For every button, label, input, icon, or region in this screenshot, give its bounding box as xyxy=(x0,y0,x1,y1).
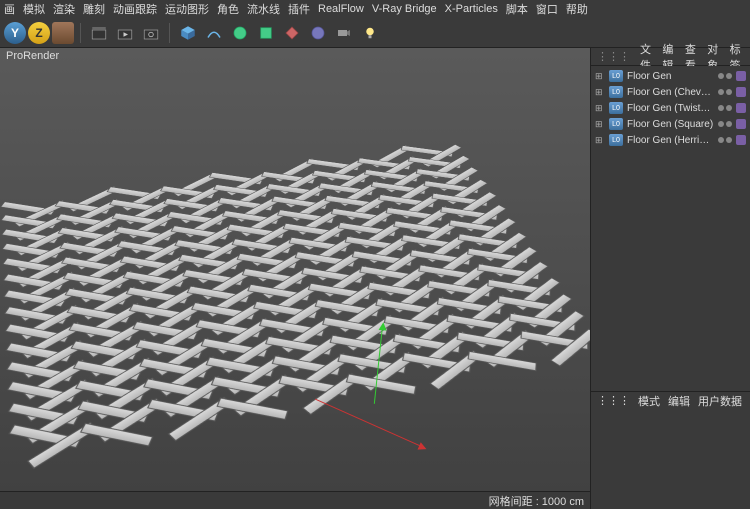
expand-icon[interactable]: ⊞ xyxy=(595,135,605,146)
object-manager-tabs: ⋮⋮⋮ 文件 编辑 查看 对象 标签 xyxy=(591,48,750,66)
light-icon[interactable] xyxy=(358,21,382,45)
menu-item[interactable]: 角色 xyxy=(217,1,239,17)
panel-grip-icon[interactable]: ⋮⋮⋮ xyxy=(597,50,630,63)
object-row[interactable]: ⊞ L0 Floor Gen (Square) xyxy=(591,116,750,132)
generator-object-icon: L0 xyxy=(609,86,623,98)
main-area: ProRender 网格间距 : 1000 cm ⋮⋮⋮ 文件 编辑 查看 对象… xyxy=(0,48,750,509)
main-menu-bar: 画 模拟 渲染 雕刻 动画跟踪 运动图形 角色 流水线 插件 RealFlow … xyxy=(0,0,750,18)
menu-item[interactable]: 渲染 xyxy=(53,1,75,17)
menu-item[interactable]: V-Ray Bridge xyxy=(372,3,437,15)
right-panel: ⋮⋮⋮ 文件 编辑 查看 对象 标签 ⊞ L0 Floor Gen ⊞ L0 F… xyxy=(590,48,750,509)
menu-item[interactable]: 插件 xyxy=(288,1,310,17)
generator-icon[interactable] xyxy=(254,21,278,45)
generator-object-icon: L0 xyxy=(609,134,623,146)
menu-item[interactable]: 脚本 xyxy=(506,1,528,17)
primitive-cube-icon[interactable] xyxy=(176,21,200,45)
menu-item[interactable]: 流水线 xyxy=(247,1,280,17)
object-row[interactable]: ⊞ L0 Floor Gen (Herring-B) xyxy=(591,132,750,148)
tab-edit2[interactable]: 编辑 xyxy=(668,393,690,409)
object-name[interactable]: Floor Gen (Herring-B) xyxy=(627,135,714,146)
object-tag-icon[interactable] xyxy=(736,71,746,81)
menu-item[interactable]: 运动图形 xyxy=(165,1,209,17)
object-row[interactable]: ⊞ L0 Floor Gen (Chevron) xyxy=(591,84,750,100)
menu-item[interactable]: 模拟 xyxy=(23,1,45,17)
expand-icon[interactable]: ⊞ xyxy=(595,103,605,114)
attribute-manager-tabs: ⋮⋮⋮ 模式 编辑 用户数据 xyxy=(591,391,750,409)
visibility-dots[interactable] xyxy=(718,89,732,95)
object-name[interactable]: Floor Gen (Chevron) xyxy=(627,87,714,98)
menu-item[interactable]: X-Particles xyxy=(445,3,498,15)
spline-icon[interactable] xyxy=(202,21,226,45)
visibility-dots[interactable] xyxy=(718,73,732,79)
visibility-dots[interactable] xyxy=(718,121,732,127)
deformer-icon[interactable] xyxy=(280,21,304,45)
viewport-status-bar: 网格间距 : 1000 cm xyxy=(0,491,590,509)
menu-item[interactable]: 窗口 xyxy=(536,1,558,17)
object-row[interactable]: ⊞ L0 Floor Gen (Twisted) xyxy=(591,100,750,116)
visibility-dots[interactable] xyxy=(718,137,732,143)
environment-icon[interactable] xyxy=(306,21,330,45)
expand-icon[interactable]: ⊞ xyxy=(595,119,605,130)
clapper-icon[interactable] xyxy=(87,21,111,45)
viewport-renderer-label: ProRender xyxy=(6,50,59,62)
panel-grip-icon[interactable]: ⋮⋮⋮ xyxy=(597,394,630,407)
menu-item[interactable]: 画 xyxy=(4,1,15,17)
clapper-settings-icon[interactable] xyxy=(139,21,163,45)
menu-item[interactable]: 动画跟踪 xyxy=(113,1,157,17)
axis-z-icon[interactable]: Z xyxy=(28,22,50,44)
attribute-manager-body xyxy=(591,409,750,509)
object-name[interactable]: Floor Gen xyxy=(627,71,714,82)
object-row[interactable]: ⊞ L0 Floor Gen xyxy=(591,68,750,84)
menu-item[interactable]: 雕刻 xyxy=(83,1,105,17)
cube-icon[interactable] xyxy=(52,22,74,44)
generator-object-icon: L0 xyxy=(609,118,623,130)
viewport[interactable]: ProRender 网格间距 : 1000 cm xyxy=(0,48,590,509)
separator xyxy=(80,23,81,43)
object-tag-icon[interactable] xyxy=(736,87,746,97)
camera-icon[interactable] xyxy=(332,21,356,45)
object-tag-icon[interactable] xyxy=(736,135,746,145)
menu-item[interactable]: RealFlow xyxy=(318,3,364,15)
object-manager-list: ⊞ L0 Floor Gen ⊞ L0 Floor Gen (Chevron) … xyxy=(591,66,750,391)
herringbone-floor-render xyxy=(0,146,590,508)
object-name[interactable]: Floor Gen (Twisted) xyxy=(627,103,714,114)
tab-mode[interactable]: 模式 xyxy=(638,393,660,409)
tab-userdata[interactable]: 用户数据 xyxy=(698,393,742,409)
separator xyxy=(169,23,170,43)
clapper-play-icon[interactable] xyxy=(113,21,137,45)
expand-icon[interactable]: ⊞ xyxy=(595,71,605,82)
toolbar: Y Z xyxy=(0,18,750,48)
generator-object-icon: L0 xyxy=(609,102,623,114)
expand-icon[interactable]: ⊞ xyxy=(595,87,605,98)
object-tag-icon[interactable] xyxy=(736,103,746,113)
object-name[interactable]: Floor Gen (Square) xyxy=(627,119,714,130)
axis-y-icon[interactable]: Y xyxy=(4,22,26,44)
generator-object-icon: L0 xyxy=(609,70,623,82)
object-tag-icon[interactable] xyxy=(736,119,746,129)
menu-item[interactable]: 帮助 xyxy=(566,1,588,17)
nurbs-icon[interactable] xyxy=(228,21,252,45)
grid-spacing-label: 网格间距 : 1000 cm xyxy=(489,493,584,509)
visibility-dots[interactable] xyxy=(718,105,732,111)
